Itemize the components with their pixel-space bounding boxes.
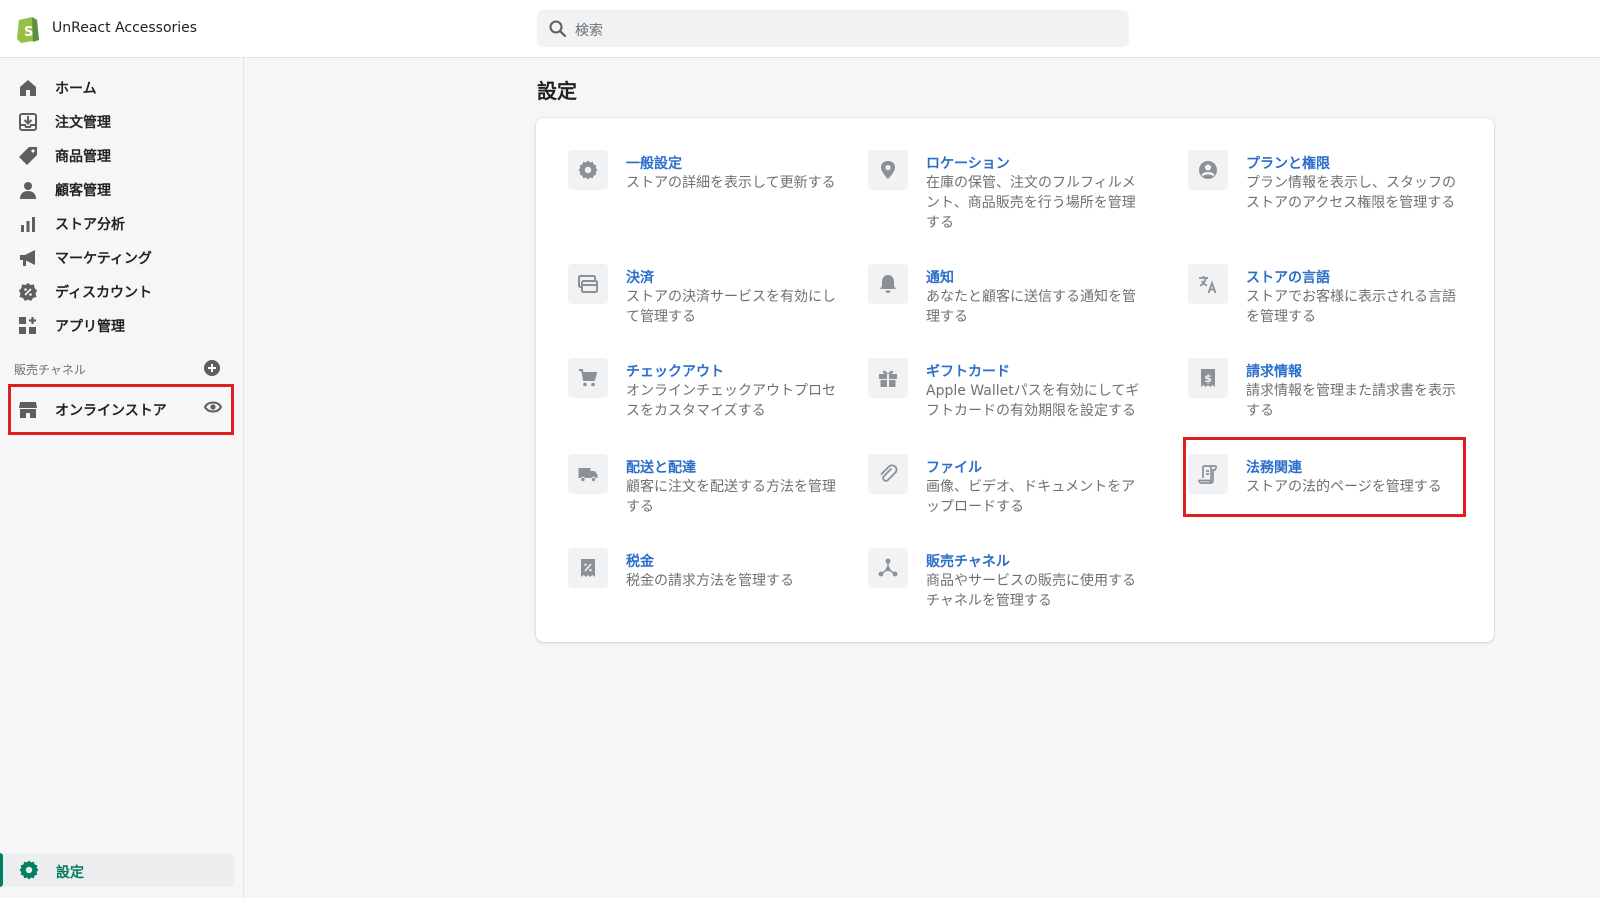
apps-icon xyxy=(19,317,36,334)
sidebar-item-discounts[interactable]: ディスカウント xyxy=(0,274,236,308)
gear-icon xyxy=(19,860,39,880)
discount-icon xyxy=(19,283,37,301)
sidebar-item-customers[interactable]: 顧客管理 xyxy=(0,172,236,206)
payment-icon xyxy=(578,275,598,293)
setting-title[interactable]: ストアの言語 xyxy=(1246,267,1330,287)
highlight-box xyxy=(1183,437,1466,517)
setting-store-languages[interactable]: ストアの言語 ストアでお客様に表示される言語を管理する xyxy=(1188,264,1468,354)
shopify-logo-icon[interactable]: S xyxy=(15,13,41,43)
setting-title[interactable]: 通知 xyxy=(926,267,954,287)
setting-description: 在庫の保管、注文のフルフィルメント、商品販売を行う場所を管理する xyxy=(926,175,1136,231)
bell-icon xyxy=(880,275,896,293)
user-circle-icon xyxy=(1199,161,1217,179)
setting-title[interactable]: プランと権限 xyxy=(1246,153,1330,173)
tax-icon xyxy=(581,559,595,577)
location-pin-icon xyxy=(881,161,895,179)
setting-title[interactable]: ファイル xyxy=(926,457,982,477)
orders-icon xyxy=(19,113,37,131)
setting-description: ストアの詳細を表示して更新する xyxy=(626,175,836,191)
sidebar-item-label: ホーム xyxy=(55,81,97,97)
sidebar-item-label: ストア分析 xyxy=(55,217,125,233)
bill-icon: $ xyxy=(1201,369,1215,387)
setting-title[interactable]: 決済 xyxy=(626,267,654,287)
sidebar-item-label: アプリ管理 xyxy=(55,319,125,335)
setting-description: Apple Walletパスを有効にしてギフトカードの有効期限を設定する xyxy=(926,383,1140,419)
setting-taxes[interactable]: 税金 税金の請求方法を管理する xyxy=(568,548,848,638)
search-icon xyxy=(549,20,567,38)
setting-title[interactable]: 請求情報 xyxy=(1246,361,1302,381)
truck-icon xyxy=(578,468,598,483)
sidebar-item-analytics[interactable]: ストア分析 xyxy=(0,206,236,240)
paperclip-icon xyxy=(880,464,898,482)
setting-general[interactable]: 一般設定 ストアの詳細を表示して更新する xyxy=(568,150,848,240)
settings-card: 一般設定 ストアの詳細を表示して更新する ロケーション 在庫の保管、注文のフルフ… xyxy=(536,118,1494,642)
gear-icon xyxy=(578,160,598,180)
customer-icon xyxy=(20,182,36,199)
sidebar-item-marketing[interactable]: マーケティング xyxy=(0,240,236,274)
analytics-icon xyxy=(21,217,35,232)
setting-locations[interactable]: ロケーション 在庫の保管、注文のフルフィルメント、商品販売を行う場所を管理する xyxy=(868,150,1148,240)
sidebar-item-home[interactable]: ホーム xyxy=(0,70,236,104)
setting-title[interactable]: 配送と配達 xyxy=(626,457,696,477)
sidebar-item-orders[interactable]: 注文管理 xyxy=(0,104,236,138)
sidebar-item-apps[interactable]: アプリ管理 xyxy=(0,308,236,342)
sidebar-item-label: ディスカウント xyxy=(55,285,153,301)
setting-notifications[interactable]: 通知 あなたと顧客に送信する通知を管理する xyxy=(868,264,1148,354)
search-placeholder: 検索 xyxy=(575,23,603,39)
setting-plan-permissions[interactable]: プランと権限 プラン情報を表示し、スタッフのストアのアクセス権限を管理する xyxy=(1188,150,1468,240)
sidebar-item-label: 注文管理 xyxy=(55,115,111,131)
gift-icon xyxy=(879,370,897,387)
sidebar-item-settings[interactable]: 設定 xyxy=(0,853,234,887)
sidebar-item-products[interactable]: 商品管理 xyxy=(0,138,236,172)
svg-text:S: S xyxy=(24,25,33,40)
setting-description: 税金の請求方法を管理する xyxy=(626,573,794,589)
setting-description: オンラインチェックアウトプロセスをカスタマイズする xyxy=(626,383,836,419)
setting-files[interactable]: ファイル 画像、ビデオ、ドキュメントをアップロードする xyxy=(868,454,1148,544)
sidebar-item-label: 商品管理 xyxy=(55,149,111,165)
search-input[interactable]: 検索 xyxy=(537,10,1129,47)
store-name[interactable]: UnReact Accessories xyxy=(52,20,197,36)
sidebar-item-label: 設定 xyxy=(56,865,84,881)
tag-icon xyxy=(19,147,37,165)
setting-title[interactable]: チェックアウト xyxy=(626,361,724,381)
setting-title[interactable]: 税金 xyxy=(626,551,654,571)
setting-title[interactable]: ギフトカード xyxy=(926,361,1010,381)
sidebar: ホーム 注文管理 商品管理 顧客管理 ストア分析 マーケティング ディスカウント… xyxy=(0,58,244,898)
translate-icon xyxy=(1199,276,1217,294)
sidebar-item-label: マーケティング xyxy=(55,251,152,267)
setting-gift-cards[interactable]: ギフトカード Apple Walletパスを有効にしてギフトカードの有効期限を設… xyxy=(868,358,1148,448)
svg-text:$: $ xyxy=(1204,372,1212,385)
highlight-box xyxy=(8,384,234,435)
setting-description: 請求情報を管理また請求書を表示する xyxy=(1246,383,1456,419)
top-bar: S UnReact Accessories 検索 xyxy=(0,0,1600,58)
setting-description: ストアでお客様に表示される言語を管理する xyxy=(1246,289,1456,325)
setting-checkout[interactable]: チェックアウト オンラインチェックアウトプロセスをカスタマイズする xyxy=(568,358,848,448)
setting-sales-channels[interactable]: 販売チャネル 商品やサービスの販売に使用するチャネルを管理する xyxy=(868,548,1148,638)
setting-billing[interactable]: $ 請求情報 請求情報を管理また請求書を表示する xyxy=(1188,358,1468,448)
home-icon xyxy=(20,80,36,96)
setting-title[interactable]: 一般設定 xyxy=(626,153,682,173)
setting-description: あなたと顧客に送信する通知を管理する xyxy=(926,289,1136,325)
setting-description: ストアの決済サービスを有効にして管理する xyxy=(626,289,836,325)
page-title: 設定 xyxy=(537,79,577,103)
megaphone-icon xyxy=(20,250,35,266)
setting-description: 商品やサービスの販売に使用するチャネルを管理する xyxy=(926,573,1136,609)
setting-description: 画像、ビデオ、ドキュメントをアップロードする xyxy=(926,479,1136,515)
cart-icon xyxy=(579,369,598,387)
setting-payments[interactable]: 決済 ストアの決済サービスを有効にして管理する xyxy=(568,264,848,354)
sales-channels-heading: 販売チャネル xyxy=(14,363,86,377)
setting-shipping-delivery[interactable]: 配送と配達 顧客に注文を配送する方法を管理する xyxy=(568,454,848,544)
sidebar-item-label: 顧客管理 xyxy=(55,183,111,199)
channels-icon xyxy=(878,558,898,577)
setting-description: 顧客に注文を配送する方法を管理する xyxy=(626,479,836,515)
add-channel-icon[interactable] xyxy=(204,360,220,376)
setting-description: プラン情報を表示し、スタッフのストアのアクセス権限を管理する xyxy=(1246,175,1456,211)
setting-title[interactable]: 販売チャネル xyxy=(926,551,1010,571)
setting-title[interactable]: ロケーション xyxy=(926,153,1010,173)
